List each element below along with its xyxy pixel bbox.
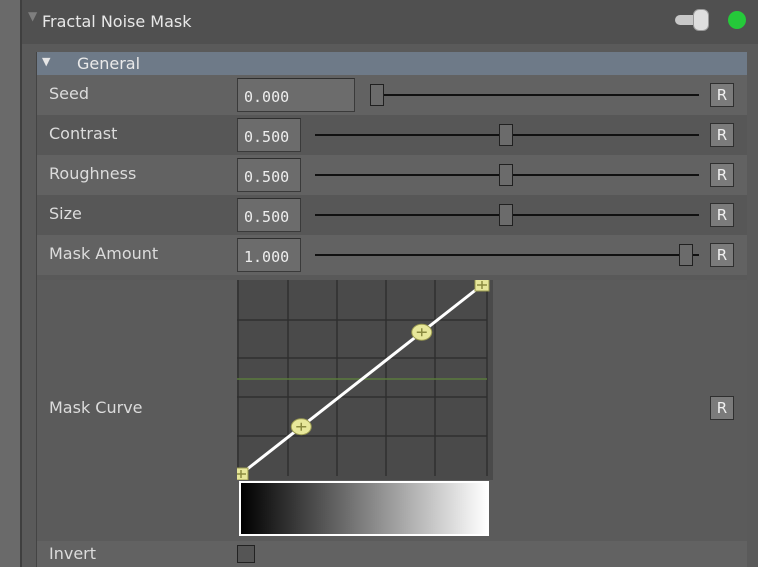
param-row-roughness: Roughness 0.500 R [37,155,747,195]
section-title: General [77,54,141,73]
curve-gradient-preview [239,481,489,536]
seed-slider-handle[interactable] [370,84,384,106]
curve-control-point[interactable] [237,467,249,480]
section-header-general[interactable]: ▼ General [37,52,747,75]
seed-slider-track[interactable] [373,94,699,96]
gutter-divider [20,0,22,567]
collapse-arrow-icon[interactable]: ▼ [28,10,37,22]
enable-toggle-knob[interactable] [693,9,709,31]
param-label: Mask Amount [49,244,159,263]
param-label: Size [49,204,82,223]
status-indicator-icon [728,11,746,29]
curve-editor[interactable] [237,280,493,480]
param-label: Roughness [49,164,137,183]
param-row-mask-curve: Mask Curve R [37,280,747,541]
node-header: ▼ Fractal Noise Mask [22,0,758,44]
node-title: Fractal Noise Mask [42,12,192,31]
mask-amount-value-field[interactable]: 1.000 [237,238,301,272]
curve-control-point[interactable] [290,418,312,436]
mask-curve-reset-button[interactable]: R [710,396,734,420]
curve-control-point[interactable] [411,323,433,341]
size-slider-handle[interactable] [499,204,513,226]
mask-amount-slider-handle[interactable] [679,244,693,266]
mask-curve-label: Mask Curve [49,398,143,417]
size-reset-button[interactable]: R [710,203,734,227]
section-collapse-arrow-icon[interactable]: ▼ [42,56,50,67]
parameter-panel: ▼ General Seed 0.000 R Contrast 0.500 R … [36,52,747,567]
seed-reset-button[interactable]: R [710,83,734,107]
roughness-reset-button[interactable]: R [710,163,734,187]
seed-value-field[interactable]: 0.000 [237,78,355,112]
curve-background [237,280,493,480]
mask-amount-slider-track[interactable] [315,254,699,256]
size-value-field[interactable]: 0.500 [237,198,301,232]
roughness-value-field[interactable]: 0.500 [237,158,301,192]
param-row-seed: Seed 0.000 R [37,75,747,115]
param-row-mask-amount: Mask Amount 1.000 R [37,235,747,275]
param-label: Contrast [49,124,118,143]
param-row-size: Size 0.500 R [37,195,747,235]
invert-checkbox[interactable] [237,545,255,563]
curve-control-point[interactable] [474,280,490,292]
param-row-contrast: Contrast 0.500 R [37,115,747,155]
invert-label: Invert [49,544,97,563]
contrast-slider-handle[interactable] [499,124,513,146]
roughness-slider-handle[interactable] [499,164,513,186]
mask-amount-reset-button[interactable]: R [710,243,734,267]
contrast-reset-button[interactable]: R [710,123,734,147]
param-row-invert: Invert [37,541,747,567]
left-gutter [0,0,20,567]
param-label: Seed [49,84,89,103]
contrast-value-field[interactable]: 0.500 [237,118,301,152]
